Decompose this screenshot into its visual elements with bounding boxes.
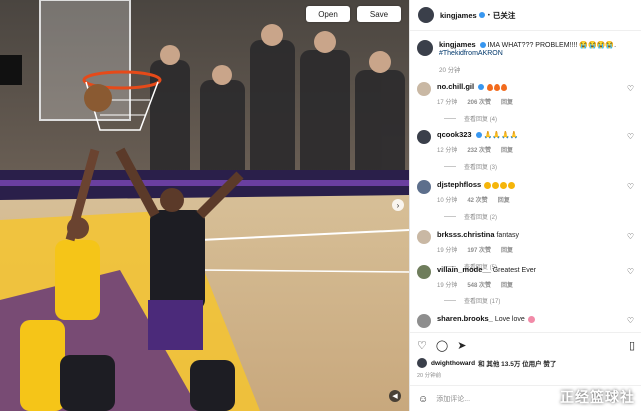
share-icon[interactable]: ➤ <box>457 339 466 352</box>
comment-username[interactable]: villain_mode__ <box>437 265 491 274</box>
comment-avatar[interactable] <box>417 314 431 328</box>
caption-username[interactable]: kingjames <box>439 40 476 49</box>
comment-time: 19 分钟 <box>437 248 458 254</box>
caption-time: 20 分钟 <box>439 67 461 74</box>
heart-icon[interactable]: ♡ <box>627 84 634 93</box>
emoji-icon[interactable]: ☺ <box>418 394 428 405</box>
like-icon[interactable]: ♡ <box>417 339 427 352</box>
comment-username[interactable]: no.chill.gil <box>437 82 474 91</box>
clap-emoji: 🙏🙏🙏🙏 <box>483 132 519 139</box>
comment-time: 19 分钟 <box>437 283 458 289</box>
watermark: 正经篮球社 <box>560 390 635 406</box>
comment-item: sharen.brooks_ Love love <box>417 314 617 328</box>
comment-avatar[interactable] <box>417 130 431 144</box>
video-player[interactable]: Open Save › ◀ <box>0 0 409 411</box>
caption-avatar[interactable] <box>417 40 433 56</box>
liker-username[interactable]: dwighthoward <box>431 360 475 367</box>
comment-item: villain_mode__ Greatest Ever 19 分钟 548 次… <box>417 265 617 289</box>
reply-button[interactable]: 回复 <box>501 245 513 254</box>
heart-icon[interactable]: ♡ <box>627 132 634 141</box>
comment-avatar[interactable] <box>417 180 431 194</box>
heart-icon[interactable]: ♡ <box>627 232 634 241</box>
face-emoji <box>483 181 516 189</box>
heart-icon[interactable]: ♡ <box>627 267 634 276</box>
comment-likes[interactable]: 197 次赞 <box>467 245 491 254</box>
verified-icon <box>478 12 485 18</box>
verified-icon <box>479 42 486 49</box>
reply-button[interactable]: 回复 <box>501 280 513 289</box>
caption: kingjames IMA WHAT??? PROBLEM!!!! 😭😭😭😭. … <box>417 40 619 74</box>
comment-username[interactable]: qcook323 <box>437 130 472 139</box>
view-replies[interactable]: 查看回复 (3) <box>444 162 497 171</box>
comment-text: Love love <box>494 316 525 323</box>
comment-username[interactable]: djstephfloss <box>437 180 481 189</box>
comment-item: brksss.christina fantasy 19 分钟 197 次赞 回复 <box>417 230 617 254</box>
reply-button[interactable]: 回复 <box>498 195 510 204</box>
comment-item: qcook323 🙏🙏🙏🙏 12 分钟 232 次赞 回复 <box>417 130 617 154</box>
follow-status[interactable]: 已关注 <box>493 10 516 21</box>
reply-button[interactable]: 回复 <box>501 97 513 106</box>
reply-button[interactable]: 回复 <box>501 145 513 154</box>
post-panel: kingjames • 已关注 kingjames IMA WHAT??? PR… <box>409 0 641 411</box>
comment-time: 10 分钟 <box>437 198 458 204</box>
liker-avatar[interactable] <box>417 358 427 368</box>
post-time: 20 分钟前 <box>417 373 442 379</box>
add-comment-input[interactable]: 添加评论... <box>436 394 470 404</box>
love-emoji <box>527 315 535 323</box>
verified-icon <box>475 132 482 139</box>
view-replies[interactable]: 查看回复 (17) <box>444 296 500 305</box>
comment-time: 12 分钟 <box>437 148 458 154</box>
comment-username[interactable]: brksss.christina <box>437 230 495 239</box>
comment-item: no.chill.gil 17 分钟 206 次赞 回复 <box>417 82 617 106</box>
likes-summary: dwighthoward 和 其他 13.5万 位用户 赞了 <box>410 352 641 368</box>
save-button[interactable]: Save <box>357 6 401 22</box>
verified-icon <box>478 84 485 91</box>
hashtag-link[interactable]: #ThekidfromAKRON <box>439 50 503 57</box>
chevron-right-icon[interactable]: › <box>392 199 404 211</box>
comment-likes[interactable]: 232 次赞 <box>467 145 491 154</box>
comment-likes[interactable]: 42 次赞 <box>467 195 487 204</box>
likes-count[interactable]: 和 其他 13.5万 位用户 赞了 <box>478 358 556 368</box>
open-button[interactable]: Open <box>306 6 350 22</box>
comment-time: 17 分钟 <box>437 100 458 106</box>
view-replies[interactable]: 查看回复 (4) <box>444 114 497 123</box>
bookmark-icon[interactable]: ▯ <box>629 339 635 352</box>
comment-likes[interactable]: 548 次赞 <box>467 280 491 289</box>
author-avatar[interactable] <box>418 7 434 23</box>
comment-likes[interactable]: 206 次赞 <box>467 97 491 106</box>
comment-item: djstephfloss 10 分钟 42 次赞 回复 <box>417 180 617 204</box>
comment-text: fantasy <box>496 232 520 239</box>
comment-avatar[interactable] <box>417 265 431 279</box>
author-username[interactable]: kingjames <box>440 11 477 20</box>
mute-icon[interactable]: ◀ <box>389 390 401 402</box>
heart-icon[interactable]: ♡ <box>627 182 634 191</box>
comment-icon[interactable]: ◯ <box>436 339 448 352</box>
comment-text: Greatest Ever <box>492 267 536 274</box>
fire-emoji <box>486 83 507 91</box>
view-replies[interactable]: 查看回复 (2) <box>444 212 497 221</box>
comment-avatar[interactable] <box>417 82 431 96</box>
comment-username[interactable]: sharen.brooks_ <box>437 314 493 323</box>
post-header: kingjames • 已关注 <box>410 0 641 31</box>
post-actions: ♡ ◯ ➤ ▯ dwighthoward 和 其他 13.5万 位用户 赞了 2… <box>410 332 641 382</box>
separator-dot: • <box>487 11 490 19</box>
heart-icon[interactable]: ♡ <box>627 316 634 325</box>
comment-avatar[interactable] <box>417 230 431 244</box>
video-frame <box>0 0 409 411</box>
caption-text: IMA WHAT??? PROBLEM!!!! 😭😭😭😭. <box>487 42 617 49</box>
